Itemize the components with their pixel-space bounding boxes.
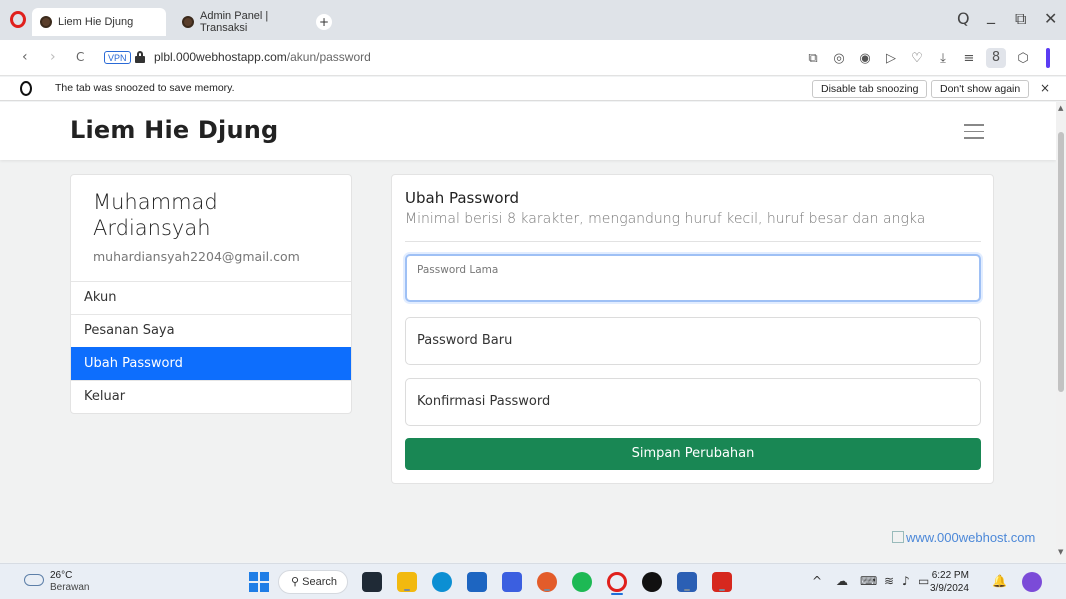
new-tab-button[interactable]: +	[316, 14, 332, 30]
browser-tabstrip: Liem Hie Djung Admin Panel | Transaksi +…	[0, 0, 1066, 40]
url-host: plbl.000webhostapp.com	[154, 50, 287, 64]
tiktok-icon[interactable]	[642, 572, 662, 592]
form-subtitle: Minimal berisi 8 karakter, mengandung hu…	[405, 211, 926, 227]
keyboard-icon[interactable]: ⌨	[860, 574, 877, 588]
reload-button[interactable]: C	[76, 50, 84, 64]
camera-icon[interactable]: ◎	[830, 51, 848, 66]
scroll-down-icon[interactable]: ▼	[1058, 548, 1063, 556]
snooze-notification-bar: The tab was snoozed to save memory. Disa…	[0, 77, 1066, 101]
volume-icon[interactable]: ♪	[902, 574, 910, 588]
restore-button[interactable]: ⧉	[1015, 9, 1026, 29]
lock-icon[interactable]	[135, 51, 145, 63]
windows-taskbar: 26°C Berawan ⚲ Search ^ ☁ ⌨ ≋ ♪ ▭ 6:22 P…	[0, 563, 1066, 599]
vpn-badge[interactable]: VPN	[104, 51, 131, 64]
form-title: Ubah Password	[405, 189, 520, 207]
chrome-icon[interactable]	[537, 572, 557, 592]
clock-time: 6:22 PM	[931, 570, 969, 581]
task-view-icon[interactable]	[362, 572, 382, 592]
shield-icon[interactable]: ◉	[856, 51, 874, 66]
watermark-text: www.000webhost.com	[906, 530, 1036, 545]
spotify-icon[interactable]	[572, 572, 592, 592]
page-scrollbar[interactable]: ▲ ▼	[1056, 102, 1066, 562]
app-icon[interactable]	[502, 572, 522, 592]
menu-item-akun[interactable]: Akun	[71, 281, 351, 314]
change-password-card: Ubah Password Minimal berisi 8 karakter,…	[391, 174, 994, 484]
taskbar-clock[interactable]: 6:22 PM 3/9/2024	[930, 569, 969, 595]
site-navbar: Liem Hie Djung	[0, 102, 1056, 160]
address-bar: ‹ › C VPN plbl.000webhostapp.com/akun/pa…	[0, 40, 1066, 76]
windows-start-icon[interactable]	[249, 572, 269, 592]
wifi-icon[interactable]: ≋	[884, 574, 894, 588]
scroll-up-icon[interactable]: ▲	[1058, 104, 1063, 112]
download-icon[interactable]: ⤓	[934, 51, 952, 66]
heart-icon[interactable]: ♡	[908, 51, 926, 66]
disable-tab-snoozing-button[interactable]: Disable tab snoozing	[812, 80, 928, 98]
weather-condition: Berawan	[50, 582, 90, 593]
cloud-icon	[24, 574, 44, 586]
menu-item-pesanan-saya[interactable]: Pesanan Saya	[71, 314, 351, 347]
close-icon[interactable]: ×	[1040, 81, 1050, 95]
save-changes-button[interactable]: Simpan Perubahan	[405, 438, 981, 470]
forward-button[interactable]: ›	[50, 49, 56, 65]
divider	[405, 241, 981, 242]
word-icon[interactable]	[677, 572, 697, 592]
weather-temp: 26°C	[50, 570, 73, 581]
extensions-icon[interactable]: ⬡	[1014, 51, 1032, 66]
tray-chevron-icon[interactable]: ^	[812, 574, 822, 588]
site-brand[interactable]: Liem Hie Djung	[70, 116, 278, 144]
copilot-icon[interactable]	[1022, 572, 1042, 592]
site-favicon-icon	[40, 16, 52, 28]
file-explorer-icon[interactable]	[397, 572, 417, 592]
url-path: /akun/password	[286, 50, 371, 64]
toolbar-icons: ⧉ ◎ ◉ ▷ ♡ ⤓ ≡ 8 ⬡	[804, 48, 1050, 68]
old-password-field[interactable]: Password Lama	[405, 254, 981, 302]
back-button[interactable]: ‹	[22, 49, 28, 65]
search-icon: ⚲	[291, 576, 303, 588]
pdf-reader-icon[interactable]	[712, 572, 732, 592]
page-viewport: Liem Hie Djung Muhammad Ardiansyah muhar…	[0, 102, 1056, 562]
taskbar-search[interactable]: ⚲ Search	[278, 570, 348, 594]
broken-image-icon	[892, 531, 904, 543]
confirm-password-field[interactable]: Konfirmasi Password	[405, 378, 981, 426]
sidebar-toggle-icon[interactable]	[1046, 48, 1050, 68]
profile-card: Muhammad Ardiansyah muhardiansyah2204@gm…	[70, 174, 352, 414]
snapshot-edit-icon[interactable]: ⧉	[804, 51, 822, 66]
send-icon[interactable]: ▷	[882, 51, 900, 66]
new-password-label: Password Baru	[417, 333, 513, 348]
opera-logo-icon	[20, 81, 32, 96]
opera-logo-icon[interactable]	[10, 11, 26, 28]
profile-name: Muhammad Ardiansyah	[93, 190, 218, 240]
tab-admin-panel[interactable]: Admin Panel | Transaksi	[174, 8, 314, 36]
search-label: Search	[302, 576, 337, 588]
tab-search-icon[interactable]: Q	[957, 9, 970, 28]
tab-liem-hie-djung[interactable]: Liem Hie Djung	[32, 8, 166, 36]
easy-setup-icon[interactable]: ≡	[960, 51, 978, 66]
clock-date: 3/9/2024	[930, 583, 969, 594]
account-menu: Akun Pesanan Saya Ubah Password Keluar	[71, 281, 351, 413]
notification-bell-icon[interactable]: 🔔	[992, 574, 1007, 588]
snooze-message: The tab was snoozed to save memory.	[55, 82, 235, 94]
hosting-watermark[interactable]: www.000webhost.com	[892, 530, 1035, 545]
hamburger-menu-icon[interactable]	[964, 124, 984, 139]
new-password-field[interactable]: Password Baru	[405, 317, 981, 365]
dont-show-again-button[interactable]: Don't show again	[931, 80, 1030, 98]
profile-icon[interactable]: 8	[986, 48, 1006, 68]
edge-icon[interactable]	[432, 572, 452, 592]
close-window-button[interactable]: ✕	[1044, 9, 1057, 28]
old-password-label: Password Lama	[417, 264, 499, 276]
menu-item-keluar[interactable]: Keluar	[71, 380, 351, 413]
cloud-sync-icon[interactable]: ☁	[836, 574, 848, 588]
battery-icon[interactable]: ▭	[918, 574, 929, 588]
url-field[interactable]: plbl.000webhostapp.com/akun/password	[154, 50, 371, 64]
minimize-button[interactable]: _	[987, 5, 995, 24]
profile-email: muhardiansyah2204@gmail.com	[93, 249, 300, 264]
menu-item-ubah-password[interactable]: Ubah Password	[71, 347, 351, 380]
confirm-password-label: Konfirmasi Password	[417, 394, 551, 409]
tab-title: Liem Hie Djung	[58, 16, 134, 28]
tab-title: Admin Panel | Transaksi	[200, 10, 269, 34]
store-icon[interactable]	[467, 572, 487, 592]
site-favicon-icon	[182, 16, 194, 28]
scrollbar-thumb[interactable]	[1058, 132, 1064, 392]
opera-taskbar-icon[interactable]	[607, 572, 627, 595]
